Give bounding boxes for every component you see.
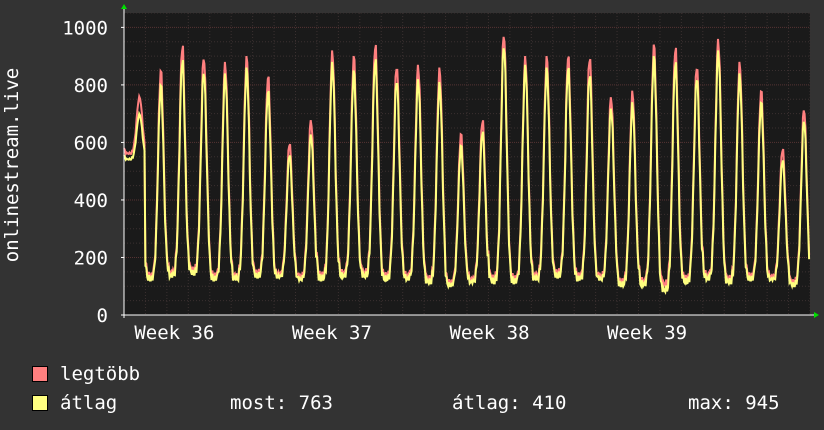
stat-max: max: 945 [688, 392, 780, 414]
y-axis-arrow [121, 4, 127, 9]
legend-label-max: legtöbb [60, 363, 141, 385]
x-tick-label: Week 39 [607, 322, 687, 344]
stat-average: átlag: 410 [452, 392, 567, 414]
x-axis-arrow [814, 312, 819, 318]
y-tick-label: 600 [74, 132, 108, 154]
legend-swatch-max [32, 366, 48, 382]
y-tick-label: 200 [74, 247, 108, 269]
y-axis-label: onlinestream.live [1, 68, 23, 262]
legend-row-max: legtöbb [32, 363, 812, 385]
x-tick-label: Week 36 [134, 322, 214, 344]
y-tick-label: 1000 [62, 17, 108, 39]
x-tick-labels: Week 36 Week 37 Week 38 Week 39 [134, 322, 687, 344]
legend-label-avg: átlag [60, 392, 118, 414]
x-tick-label: Week 37 [292, 322, 372, 344]
y-tick-label: 800 [74, 75, 108, 97]
x-tick-label: Week 38 [449, 322, 529, 344]
y-tick-label: 0 [97, 305, 108, 327]
legend-swatch-avg [32, 395, 48, 411]
legend-row-avg: átlag most: 763 átlag: 410 max: 945 [32, 392, 812, 414]
chart: 02004006008001000 Week 36 Week 37 Week 38 W… [1, 4, 819, 344]
y-tick-labels: 0 200 400 600 800 1000 [62, 17, 108, 327]
stat-current: most: 763 [230, 392, 333, 414]
y-tick-label: 400 [74, 190, 108, 212]
